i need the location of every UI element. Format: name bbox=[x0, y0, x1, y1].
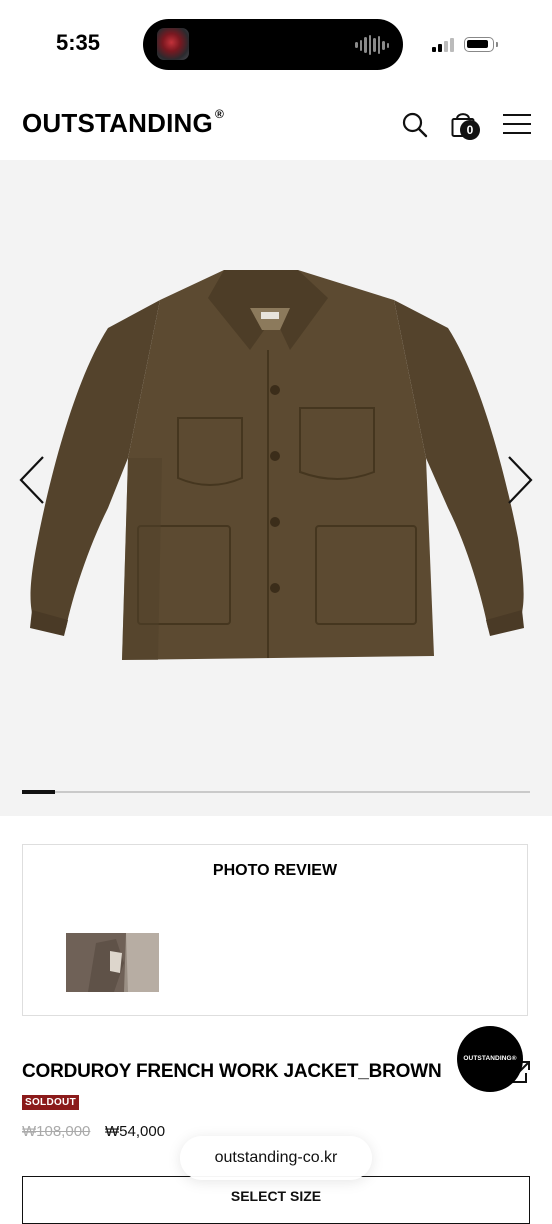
dynamic-island[interactable] bbox=[143, 19, 403, 70]
product-image bbox=[30, 270, 524, 660]
now-playing-artwork bbox=[157, 28, 189, 60]
audio-waveform-icon bbox=[355, 34, 389, 56]
photo-review-title: PHOTO REVIEW bbox=[212, 862, 338, 879]
battery-cap bbox=[496, 42, 498, 47]
hamburger-menu-icon[interactable] bbox=[502, 112, 532, 136]
battery-icon bbox=[464, 37, 494, 52]
next-image-arrow-icon[interactable] bbox=[504, 454, 536, 506]
gallery-progress-fill bbox=[22, 790, 56, 794]
search-icon[interactable] bbox=[401, 111, 429, 139]
product-name: CORDUROY FRENCH WORK JACKET_BROWN bbox=[22, 1061, 442, 1082]
status-bar: 5:35 bbox=[0, 0, 552, 90]
site-header: OUTSTANDING ® 0 bbox=[0, 90, 552, 160]
cart-count-badge: 0 bbox=[460, 120, 480, 140]
brand-floating-badge[interactable]: OUTSTANDING® bbox=[457, 1026, 523, 1092]
browser-url-bar[interactable]: outstanding-co.kr bbox=[180, 1136, 372, 1180]
soldout-badge: SOLDOUT bbox=[22, 1095, 79, 1110]
select-size-button[interactable]: SELECT SIZE bbox=[22, 1176, 530, 1224]
gallery-progress-bar bbox=[22, 790, 530, 794]
product-image-gallery[interactable] bbox=[0, 160, 552, 816]
status-time: 5:35 bbox=[56, 30, 101, 55]
previous-image-arrow-icon[interactable] bbox=[16, 454, 48, 506]
site-logo[interactable]: OUTSTANDING ® bbox=[22, 107, 224, 139]
sale-price: ₩54,000 bbox=[105, 1123, 166, 1140]
cellular-signal-icon bbox=[432, 38, 454, 52]
original-price: ₩108,000 bbox=[22, 1123, 91, 1140]
review-photo-thumbnail[interactable] bbox=[66, 933, 159, 992]
photo-review-section: PHOTO REVIEW bbox=[22, 844, 528, 1016]
